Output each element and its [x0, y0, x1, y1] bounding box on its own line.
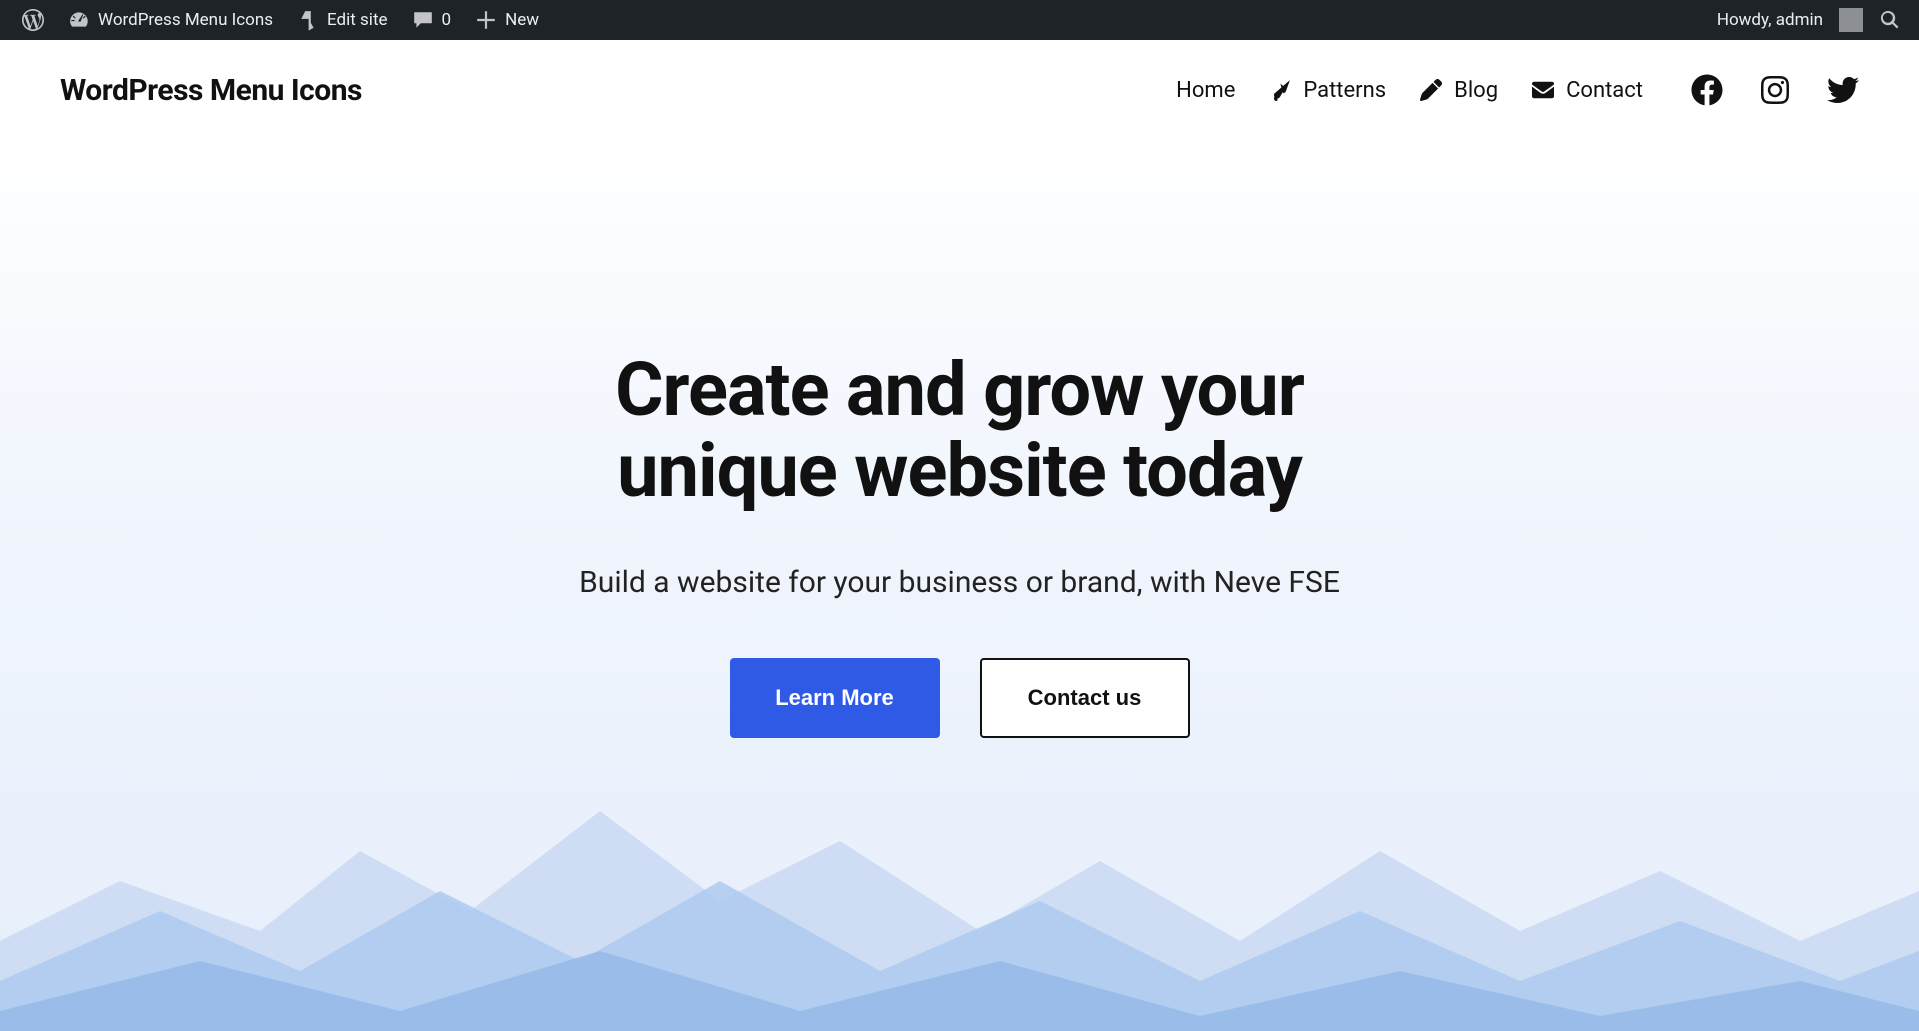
- nav-contact[interactable]: Contact: [1532, 78, 1643, 103]
- plus-icon: [475, 9, 497, 31]
- pencil-icon: [1420, 79, 1442, 101]
- hero-subtitle: Build a website for your business or bra…: [579, 565, 1340, 600]
- admin-bar-left: WordPress Menu Icons Edit site 0 New: [10, 0, 551, 40]
- site-name-menu[interactable]: WordPress Menu Icons: [56, 0, 285, 40]
- user-account-menu[interactable]: Howdy, admin: [1709, 0, 1871, 40]
- facebook-link[interactable]: [1691, 74, 1723, 106]
- social-icons: [1691, 74, 1859, 106]
- edit-site-menu[interactable]: Edit site: [285, 0, 400, 40]
- comments-count: 0: [442, 10, 452, 30]
- envelope-icon: [1532, 79, 1554, 101]
- hero-title-line2: unique website today: [617, 428, 1302, 515]
- comment-icon: [412, 9, 434, 31]
- dashboard-icon: [68, 9, 90, 31]
- wordpress-logo-icon: [22, 9, 44, 31]
- nav-patterns[interactable]: Patterns: [1269, 78, 1386, 103]
- hero-cta-group: Learn More Contact us: [730, 658, 1190, 738]
- nav-home[interactable]: Home: [1176, 78, 1235, 103]
- instagram-icon: [1759, 74, 1791, 106]
- instagram-link[interactable]: [1759, 74, 1791, 106]
- nav-blog-label: Blog: [1454, 78, 1498, 103]
- site-title[interactable]: WordPress Menu Icons: [60, 73, 362, 108]
- admin-bar-right: Howdy, admin: [1709, 0, 1909, 40]
- search-toggle[interactable]: [1871, 0, 1909, 40]
- hero-title-line1: Create and grow your: [615, 347, 1304, 434]
- mountains-decoration: [0, 731, 1919, 1031]
- avatar: [1839, 8, 1863, 32]
- edit-site-label: Edit site: [327, 10, 388, 30]
- twitter-icon: [1827, 74, 1859, 106]
- admin-site-name: WordPress Menu Icons: [98, 10, 273, 30]
- brush-icon: [1269, 79, 1291, 101]
- hero-title: Create and grow your unique website toda…: [615, 350, 1304, 513]
- nav-patterns-label: Patterns: [1303, 78, 1386, 103]
- twitter-link[interactable]: [1827, 74, 1859, 106]
- contact-us-button[interactable]: Contact us: [980, 658, 1190, 738]
- new-label: New: [505, 10, 539, 30]
- wp-admin-bar: WordPress Menu Icons Edit site 0 New How…: [0, 0, 1919, 40]
- new-content-menu[interactable]: New: [463, 0, 551, 40]
- pin-icon: [297, 9, 319, 31]
- facebook-icon: [1691, 74, 1723, 106]
- main-nav: Home Patterns Blog Contact: [1176, 74, 1859, 106]
- nav-home-label: Home: [1176, 78, 1235, 103]
- search-icon: [1879, 9, 1901, 31]
- comments-menu[interactable]: 0: [400, 0, 464, 40]
- nav-blog[interactable]: Blog: [1420, 78, 1498, 103]
- wp-logo-menu[interactable]: [10, 0, 56, 40]
- site-header: WordPress Menu Icons Home Patterns Blog …: [0, 40, 1919, 140]
- hero-section: Create and grow your unique website toda…: [0, 140, 1919, 1031]
- greeting-text: Howdy, admin: [1717, 10, 1823, 30]
- learn-more-button[interactable]: Learn More: [730, 658, 940, 738]
- nav-contact-label: Contact: [1566, 78, 1643, 103]
